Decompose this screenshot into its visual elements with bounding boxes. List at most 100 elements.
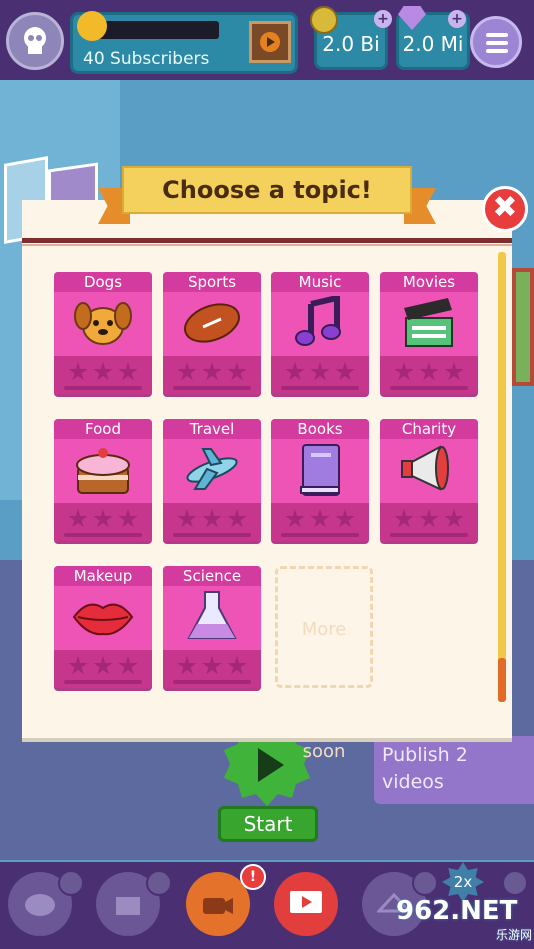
add-views-button[interactable]: + (374, 10, 392, 28)
topic-star-rating (54, 650, 152, 688)
star-icon (202, 509, 222, 528)
topic-card-books[interactable]: Books (271, 419, 369, 541)
clapperboard-icon (394, 294, 464, 352)
topic-star-rating (380, 356, 478, 394)
topic-card-label: Books (271, 419, 369, 439)
star-icon (68, 656, 88, 675)
star-icon (227, 509, 247, 528)
topic-progress-line (390, 533, 468, 537)
megaphone-icon (394, 441, 464, 499)
lock-icon (502, 870, 528, 896)
topic-card-label: Movies (380, 272, 478, 292)
star-icon (68, 362, 88, 381)
topic-card-makeup[interactable]: Makeup (54, 566, 152, 688)
topic-progress-line (173, 386, 251, 390)
topic-card-label: Sports (163, 272, 261, 292)
add-gems-button[interactable]: + (448, 10, 466, 28)
topic-progress-line (173, 680, 251, 684)
menu-icon-line (486, 49, 508, 53)
skull-icon (24, 27, 46, 54)
topic-star-rating (163, 650, 261, 688)
topic-progress-line (64, 533, 142, 537)
dialog-divider (22, 238, 512, 243)
start-button[interactable]: Start (218, 806, 318, 842)
star-icon (394, 509, 414, 528)
box-icon (116, 897, 140, 915)
wall-picture (512, 268, 534, 386)
topic-star-rating (380, 503, 478, 541)
airplane-icon (177, 441, 247, 499)
topic-star-rating (163, 356, 261, 394)
star-icon (335, 509, 355, 528)
star-icon (118, 656, 138, 675)
scrollbar-thumb[interactable] (498, 658, 506, 702)
star-icon (227, 656, 247, 675)
topic-card-charity[interactable]: Charity (380, 419, 478, 541)
topic-card-label: Science (163, 566, 261, 586)
more-soon-placeholder: More soon (275, 566, 373, 762)
topic-card-label: Music (271, 272, 369, 292)
topic-card-sports[interactable]: Sports (163, 272, 261, 394)
topic-card-dogs[interactable]: Dogs (54, 272, 152, 394)
topic-star-rating (271, 356, 369, 394)
dialog-title: Choose a topic! (122, 166, 412, 214)
star-icon (419, 509, 439, 528)
video-thumbnail-button[interactable] (249, 21, 291, 63)
watermark-sub: 乐游网 (495, 928, 532, 942)
screen-play-icon (290, 891, 322, 913)
topic-progress-line (64, 680, 142, 684)
topic-progress-line (281, 386, 359, 390)
topic-card-label: Charity (380, 419, 478, 439)
star-icon (68, 509, 88, 528)
star-icon (93, 362, 113, 381)
star-icon (118, 362, 138, 381)
topic-dialog: Dogs Sports Music Movies Food Travel Books Char… (22, 200, 512, 762)
hamburger-menu-button[interactable] (470, 16, 522, 68)
topic-card-label: Travel (163, 419, 261, 439)
topic-card-music[interactable]: Music (271, 272, 369, 394)
publish-task-panel[interactable]: Publish 2 videos (374, 736, 534, 804)
scrollbar-track[interactable] (498, 252, 506, 702)
star-icon (285, 362, 305, 381)
star-icon (202, 656, 222, 675)
star-icon (177, 509, 197, 528)
subscriber-panel[interactable]: 40 Subscribers (70, 11, 298, 74)
subscriber-count: 40 Subscribers (83, 49, 210, 69)
topic-card-label: Makeup (54, 566, 152, 586)
topic-card-movies[interactable]: Movies (380, 272, 478, 394)
book-icon (285, 441, 355, 499)
lock-icon (58, 870, 84, 896)
topic-card-food[interactable]: Food (54, 419, 152, 541)
topic-star-rating (54, 503, 152, 541)
star-icon (285, 509, 305, 528)
star-icon (310, 362, 330, 381)
topic-card-travel[interactable]: Travel (163, 419, 261, 541)
star-icon (394, 362, 414, 381)
topic-star-rating (54, 356, 152, 394)
nav-screen-button[interactable] (274, 872, 338, 936)
close-button[interactable]: ✖ (482, 186, 528, 232)
topic-card-label: Dogs (54, 272, 152, 292)
star-icon (419, 362, 439, 381)
topic-progress-line (64, 386, 142, 390)
star-icon (177, 656, 197, 675)
profile-avatar-button[interactable] (6, 12, 64, 70)
alert-badge: ! (240, 864, 266, 890)
gems-value: 2.0 Mi (402, 32, 464, 56)
piggy-bank-icon (25, 894, 55, 916)
video-camera-icon (203, 898, 233, 914)
star-icon (202, 362, 222, 381)
views-value: 2.0 Bi (322, 32, 380, 56)
music-note-icon (285, 294, 355, 352)
star-icon (93, 656, 113, 675)
topic-card-science[interactable]: Science (163, 566, 261, 688)
dog-mascot-icon (77, 11, 107, 41)
topic-progress-line (281, 533, 359, 537)
star-icon (444, 362, 464, 381)
dog-icon (68, 294, 138, 352)
menu-icon-line (486, 41, 508, 45)
star-icon (444, 509, 464, 528)
flask-icon (177, 588, 247, 646)
star-icon (310, 509, 330, 528)
star-icon (118, 509, 138, 528)
